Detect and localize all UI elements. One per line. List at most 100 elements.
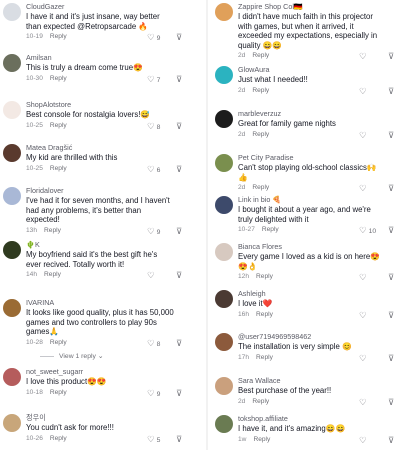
comment-text: Can't stop playing old-school classics🙌👍 bbox=[238, 163, 377, 182]
comment-username[interactable]: 정우이 bbox=[26, 413, 46, 423]
comment-username[interactable]: Ashleigh bbox=[238, 289, 266, 298]
comment-username[interactable]: IVARINA bbox=[26, 298, 54, 307]
dislike-icon[interactable]: ⊽ bbox=[176, 74, 182, 85]
like-button[interactable]: ♡ 9 bbox=[147, 388, 160, 399]
like-button[interactable]: ♡ 9 bbox=[147, 32, 160, 43]
reply-button[interactable]: Reply bbox=[252, 131, 269, 138]
dislike-icon[interactable]: ⊽ bbox=[176, 434, 182, 445]
comment-username[interactable]: tokshop.affiliate bbox=[238, 414, 288, 423]
comment-username[interactable]: @user7194969598462 bbox=[238, 332, 311, 341]
like-button[interactable]: ♡ bbox=[359, 435, 369, 446]
like-button[interactable]: ♡ bbox=[147, 270, 157, 281]
reply-button[interactable]: Reply bbox=[252, 52, 269, 59]
like-button[interactable]: ♡ 9 bbox=[147, 226, 160, 237]
dislike-icon[interactable]: ⊽ bbox=[388, 353, 394, 364]
dislike-icon[interactable]: ⊽ bbox=[176, 270, 182, 281]
comment-username[interactable]: Amilsan bbox=[26, 53, 52, 62]
reply-button[interactable]: Reply bbox=[50, 435, 67, 442]
avatar[interactable] bbox=[3, 299, 21, 317]
dislike-icon[interactable]: ⊽ bbox=[176, 164, 182, 175]
avatar[interactable] bbox=[3, 241, 21, 259]
reply-button[interactable]: Reply bbox=[50, 122, 67, 129]
avatar[interactable] bbox=[215, 154, 233, 172]
like-button[interactable]: ♡ 6 bbox=[147, 164, 160, 175]
like-button[interactable]: ♡ bbox=[359, 353, 369, 364]
reply-button[interactable]: Reply bbox=[262, 226, 279, 233]
like-button[interactable]: ♡ bbox=[359, 183, 369, 194]
comment-username[interactable]: CloudGazer bbox=[26, 2, 64, 11]
dislike-icon[interactable]: ⊽ bbox=[388, 272, 394, 283]
dislike-icon[interactable]: ⊽ bbox=[176, 121, 182, 132]
reply-button[interactable]: Reply bbox=[256, 273, 273, 280]
avatar[interactable] bbox=[215, 377, 233, 395]
heart-icon: ♡ bbox=[359, 225, 367, 236]
reply-button[interactable]: Reply bbox=[50, 75, 67, 82]
avatar[interactable] bbox=[215, 3, 233, 21]
like-button[interactable]: ♡ bbox=[359, 310, 369, 321]
dislike-icon[interactable]: ⊽ bbox=[388, 310, 394, 321]
dislike-icon[interactable]: ⊽ bbox=[176, 388, 182, 399]
reply-button[interactable]: Reply bbox=[50, 389, 67, 396]
comment-username[interactable]: not_sweet_sugarr bbox=[26, 367, 83, 376]
avatar[interactable] bbox=[215, 110, 233, 128]
comment-username[interactable]: Zappire Shop Col🇩🇪 bbox=[238, 2, 303, 11]
like-button[interactable]: ♡ bbox=[359, 51, 369, 62]
comment-username[interactable]: Sara Wallace bbox=[238, 376, 280, 385]
reply-button[interactable]: Reply bbox=[256, 311, 273, 318]
reply-button[interactable]: Reply bbox=[252, 184, 269, 191]
avatar[interactable] bbox=[215, 290, 233, 308]
comment-username[interactable]: Matea Dragšić bbox=[26, 143, 72, 152]
comment-username[interactable]: Link in bio 🍕 bbox=[238, 195, 281, 204]
reply-button[interactable]: Reply bbox=[256, 354, 273, 361]
dislike-icon[interactable]: ⊽ bbox=[388, 435, 394, 446]
reply-button[interactable]: Reply bbox=[50, 33, 67, 40]
avatar[interactable] bbox=[3, 3, 21, 21]
reply-button[interactable]: Reply bbox=[44, 271, 61, 278]
avatar[interactable] bbox=[215, 243, 233, 261]
avatar[interactable] bbox=[3, 144, 21, 162]
avatar[interactable] bbox=[3, 187, 21, 205]
reply-button[interactable]: Reply bbox=[44, 227, 61, 234]
dislike-icon[interactable]: ⊽ bbox=[388, 130, 394, 141]
reply-button[interactable]: Reply bbox=[252, 87, 269, 94]
like-button[interactable]: ♡ 8 bbox=[147, 121, 160, 132]
avatar[interactable] bbox=[215, 333, 233, 351]
comment-text: I didn't have much faith in this project… bbox=[238, 12, 378, 50]
view-replies-link[interactable]: View 1 reply ⌄ bbox=[40, 352, 103, 360]
like-button[interactable]: ♡ 7 bbox=[147, 74, 160, 85]
like-button[interactable]: ♡ bbox=[359, 86, 369, 97]
avatar[interactable] bbox=[3, 414, 21, 432]
dislike-icon[interactable]: ⊽ bbox=[176, 226, 182, 237]
like-button[interactable]: ♡ bbox=[359, 130, 369, 141]
dislike-icon[interactable]: ⊽ bbox=[388, 225, 394, 236]
comment-text: Best console for nostalgia lovers!😅 bbox=[26, 110, 151, 119]
comment-username[interactable]: 🌵K bbox=[26, 240, 40, 249]
dislike-icon[interactable]: ⊽ bbox=[388, 86, 394, 97]
dislike-icon[interactable]: ⊽ bbox=[176, 338, 182, 349]
comment-username[interactable]: ShopAlotstore bbox=[26, 100, 71, 109]
avatar[interactable] bbox=[3, 368, 21, 386]
dislike-icon[interactable]: ⊽ bbox=[388, 397, 394, 408]
comment-username[interactable]: Floridalover bbox=[26, 186, 64, 195]
dislike-icon[interactable]: ⊽ bbox=[176, 32, 182, 43]
like-button[interactable]: ♡ 10 bbox=[359, 225, 376, 236]
avatar[interactable] bbox=[3, 101, 21, 119]
comment-username[interactable]: marbleverzuz bbox=[238, 109, 281, 118]
avatar[interactable] bbox=[215, 66, 233, 84]
comment-username[interactable]: Pet City Paradise bbox=[238, 153, 294, 162]
reply-button[interactable]: Reply bbox=[252, 398, 269, 405]
like-button[interactable]: ♡ 5 bbox=[147, 434, 160, 445]
reply-button[interactable]: Reply bbox=[50, 165, 67, 172]
reply-button[interactable]: Reply bbox=[50, 339, 67, 346]
avatar[interactable] bbox=[215, 415, 233, 433]
reply-button[interactable]: Reply bbox=[253, 436, 270, 443]
like-button[interactable]: ♡ 8 bbox=[147, 338, 160, 349]
comment-username[interactable]: Bianca Flores bbox=[238, 242, 282, 251]
avatar[interactable] bbox=[215, 196, 233, 214]
like-button[interactable]: ♡ bbox=[359, 272, 369, 283]
like-button[interactable]: ♡ bbox=[359, 397, 369, 408]
dislike-icon[interactable]: ⊽ bbox=[388, 51, 394, 62]
avatar[interactable] bbox=[3, 54, 21, 72]
dislike-icon[interactable]: ⊽ bbox=[388, 183, 394, 194]
comment-username[interactable]: GlowAura bbox=[238, 65, 270, 74]
